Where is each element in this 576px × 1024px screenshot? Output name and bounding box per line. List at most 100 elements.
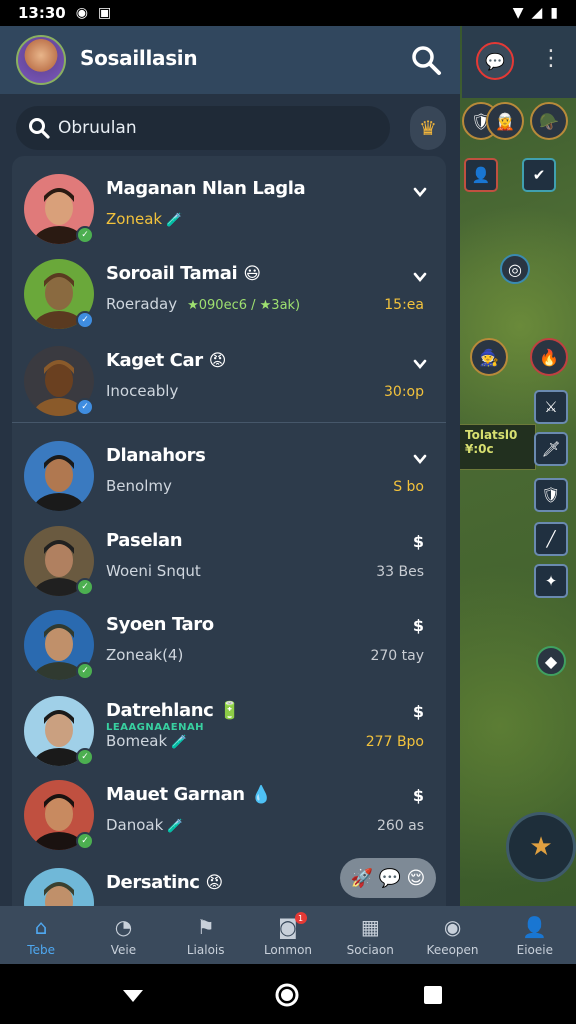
chat-list-item[interactable]: ✓ Maganan Nlan Lagla Zoneak 🧪 (12, 164, 446, 250)
last-message: Danoak 🧪 (106, 816, 184, 834)
message-tag: ★090ec6 / ★3ak) (187, 298, 301, 313)
message-tag: 🧪 (171, 735, 188, 750)
ally-portrait-icon[interactable]: 🧙 (470, 338, 508, 376)
chevron-down-icon[interactable] (412, 184, 428, 200)
target-icon[interactable]: ◎ (500, 254, 530, 284)
home-icon: ⌂ (34, 915, 48, 939)
online-status-icon: ✓ (76, 662, 94, 680)
rocket-icon[interactable]: 🚀 (351, 868, 373, 889)
treasure-icon[interactable]: ✦ (534, 564, 568, 598)
contact-name-text: Dersatinc (106, 872, 200, 893)
back-icon[interactable] (120, 982, 146, 1008)
chat-list-item[interactable]: ✓ Syoen Taro Zoneak(4) 270 tay $ (12, 600, 446, 686)
game-stat-box: Tolatsl0 ¥:0c (458, 424, 536, 470)
recents-icon[interactable] (420, 982, 446, 1008)
chat-list-item[interactable]: ✓ Paselan Woeni Snqut 33 Bes $ (12, 516, 446, 602)
last-message: Bomeak 🧪 (106, 732, 187, 750)
system-nav-bar (0, 964, 576, 1024)
message-tag: 🧪 (166, 213, 183, 228)
fire-skill-icon[interactable]: 🔥 (530, 338, 568, 376)
currency-icon: $ (412, 532, 424, 551)
chat-list-item[interactable]: ✓ Datrehlanc 🔋 LEAAGNAAENAH Bomeak 🧪 277 Bpo $ (12, 686, 446, 772)
profile-avatar[interactable] (16, 35, 66, 85)
more-vert-icon[interactable]: ⋮ (540, 44, 562, 74)
message-time: 30:op (384, 384, 424, 400)
search-icon[interactable] (410, 44, 442, 76)
status-emoji-icon: 😡 (208, 351, 227, 371)
blade-icon[interactable]: 🗡 (534, 432, 568, 466)
contact-avatar[interactable] (24, 441, 94, 511)
grid-icon: ▦ (360, 915, 380, 939)
currency-icon: $ (412, 786, 424, 805)
wifi-icon: ▼ (512, 5, 524, 21)
nav-tab-label: Lonmon (263, 943, 313, 957)
message-time: 277 Bpo (365, 734, 424, 750)
last-message: Benolmy (106, 477, 172, 495)
last-message: Woeni Snqut (106, 562, 201, 580)
hero-avatar-icon[interactable]: 👤 (464, 158, 498, 192)
chat-list-item[interactable]: Dlanahors Benolmy S bo (12, 431, 446, 517)
nav-tab-person[interactable]: 👤 Eioeie (494, 906, 576, 964)
contact-name-text: Paselan (106, 530, 183, 551)
hero-warrior-icon[interactable]: 🪖 (530, 102, 568, 140)
sword-icon[interactable]: ⚔ (534, 390, 568, 424)
status-bar: 13:30 ◉ ▣ ▼ ◢ ▮ (0, 0, 576, 26)
person-icon: 👤 (522, 915, 548, 939)
message-time: 270 tay (370, 648, 424, 664)
chat-list-item[interactable]: ✓ Soroail Tamai 😃 Roeraday ★090ec6 / ★3ak) 15… (12, 249, 446, 335)
nav-tab-pie[interactable]: ◔ Veie (82, 906, 164, 964)
chat-icon[interactable]: 💬 (379, 868, 401, 889)
crown-icon[interactable]: ♛ (410, 106, 446, 150)
armor-icon[interactable]: 🛡 (534, 478, 568, 512)
chevron-down-icon[interactable] (412, 451, 428, 467)
chat-list: ✓ Maganan Nlan Lagla Zoneak 🧪 ✓ Soroail Tamai… (12, 156, 446, 906)
search-row: Obruulan ♛ (16, 106, 446, 150)
spear-icon[interactable]: ╱ (534, 522, 568, 556)
contact-name-text: Kaget Car (106, 350, 203, 371)
search-input[interactable]: Obruulan (16, 106, 390, 150)
map-marker-icon[interactable]: ◆ (536, 646, 566, 676)
notification-badge: 1 (294, 912, 307, 924)
social-panel: Sosaillasin Obruulan ♛ ✓ Maganan Nlan Lag… (0, 26, 460, 906)
chat-bubble-icon[interactable]: 💬 (476, 42, 514, 80)
status-emoji-icon: 😃 (243, 264, 261, 284)
search-placeholder: Obruulan (58, 118, 137, 138)
contact-avatar[interactable] (24, 868, 94, 906)
currency-icon: $ (412, 702, 424, 721)
clock: 13:30 (18, 4, 66, 22)
app-header: Sosaillasin (0, 26, 460, 94)
message-time: 260 as (376, 818, 424, 834)
contact-name-text: Mauet Garnan (106, 784, 245, 805)
chevron-down-icon[interactable] (412, 269, 428, 285)
gallery-icon: ▣ (97, 5, 112, 21)
emoji-icon[interactable]: 😌 (406, 868, 425, 889)
nav-tab-flag[interactable]: ⚑ Lialois (165, 906, 247, 964)
chevron-down-icon[interactable] (412, 356, 428, 372)
last-message-text: Zoneak (106, 210, 163, 228)
contact-name: Datrehlanc 🔋 (106, 700, 241, 721)
flag-icon: ⚑ (196, 915, 215, 939)
status-emoji-icon: 💧 (250, 785, 272, 805)
nav-tab-grid[interactable]: ▦ Sociaon (329, 906, 411, 964)
nav-tab-location[interactable]: ◉ Keeopen (411, 906, 493, 964)
hero-portrait-icon[interactable]: 🧝 (486, 102, 524, 140)
home-button-icon[interactable] (274, 982, 300, 1008)
location-icon: ◉ (443, 915, 462, 939)
ultimate-skill-icon[interactable]: ★ (506, 812, 576, 882)
contact-name: Kaget Car 😡 (106, 350, 226, 371)
nav-tab-camera[interactable]: ◙ 1 Lonmon (247, 906, 329, 964)
check-icon[interactable]: ✔ (522, 158, 556, 192)
nav-tab-label: Sociaon (346, 943, 394, 957)
signal-icon: ◢ (531, 5, 543, 21)
chat-list-item[interactable]: ✓ Mauet Garnan 💧 Danoak 🧪 260 as $ (12, 770, 446, 856)
chat-list-item[interactable]: ✓ Kaget Car 😡 Inoceably 30:op (12, 336, 446, 422)
contact-name-text: Dlanahors (106, 445, 206, 466)
nav-tab-label: Lialois (186, 943, 225, 957)
last-message-text: Benolmy (106, 477, 172, 495)
bottom-nav: ⌂ Tebe ◔ Veie ⚑ Lialois ◙ 1 Lonmon ▦ Sociaon ◉ Keeop… (0, 906, 576, 964)
message-time: 33 Bes (376, 564, 424, 580)
quick-actions[interactable]: 🚀 💬 😌 (340, 858, 436, 898)
nav-tab-home[interactable]: ⌂ Tebe (0, 906, 82, 964)
contact-name: Syoen Taro (106, 614, 214, 635)
status-emoji-icon: 😡 (205, 873, 224, 893)
